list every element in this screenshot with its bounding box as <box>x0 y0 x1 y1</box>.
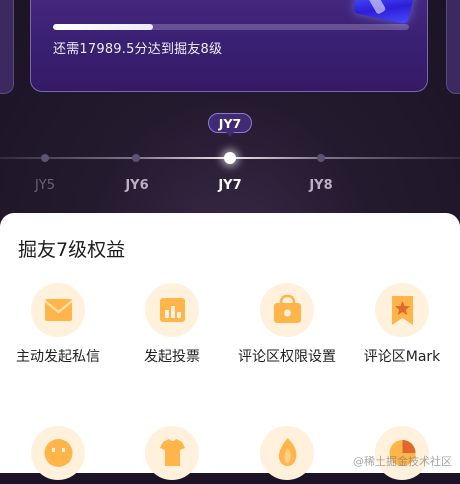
bookmark-star-icon <box>375 283 429 337</box>
level-dot-jy6[interactable] <box>132 154 140 162</box>
benefit-comment-mark[interactable]: 评论区Mark <box>347 283 457 368</box>
shop-bag-icon <box>260 283 314 337</box>
level-label-jy5[interactable]: JY5 <box>25 178 65 193</box>
benefit-emoji[interactable] <box>3 426 113 480</box>
current-level-card: 还需17989.5分达到掘友8级 <box>30 0 428 92</box>
level-progress-bar <box>53 24 409 30</box>
benefit-start-vote[interactable]: 发起投票 <box>117 283 227 368</box>
level-header: 还需17989.5分达到掘友8级 JY7 JY5 JY6 JY7 JY8 <box>0 0 460 240</box>
benefits-sheet: 掘友7级权益 主动发起私信 发起投票 评论区权限设置 评论区Mark @稀土掘金… <box>0 213 460 480</box>
benefit-label: 评论区权限设置 <box>238 349 336 365</box>
level-label-jy8[interactable]: JY8 <box>301 178 341 193</box>
site-watermark: @稀土掘金技术社区 <box>353 455 452 468</box>
benefit-comment-permission[interactable]: 评论区权限设置 <box>232 283 342 368</box>
prev-level-card[interactable] <box>0 0 14 94</box>
current-level-tag: JY7 <box>208 113 252 133</box>
shirt-icon <box>145 426 199 480</box>
benefit-label: 评论区Mark <box>363 349 441 365</box>
emoji-face-icon <box>31 426 85 480</box>
level-progress-fill <box>53 24 153 30</box>
level-dot-jy5[interactable] <box>41 154 49 162</box>
level-tag-pointer <box>226 132 234 137</box>
level-badge-gem-icon <box>352 0 418 25</box>
benefit-private-message[interactable]: 主动发起私信 <box>3 283 113 368</box>
progress-remaining-text: 还需17989.5分达到掘友8级 <box>53 42 223 57</box>
benefit-label: 主动发起私信 <box>16 349 100 365</box>
flame-icon <box>260 426 314 480</box>
benefit-shirt[interactable] <box>117 426 227 480</box>
next-level-card[interactable] <box>446 0 460 94</box>
level-label-jy6[interactable]: JY6 <box>117 178 157 193</box>
level-label-jy7[interactable]: JY7 <box>210 178 250 193</box>
envelope-icon <box>31 283 85 337</box>
level-dot-jy8[interactable] <box>317 154 325 162</box>
benefit-flame[interactable] <box>232 426 342 480</box>
level-dot-jy7[interactable] <box>224 152 236 164</box>
benefits-title: 掘友7级权益 <box>18 239 126 261</box>
vote-chart-icon <box>145 283 199 337</box>
benefit-label: 发起投票 <box>144 349 200 365</box>
